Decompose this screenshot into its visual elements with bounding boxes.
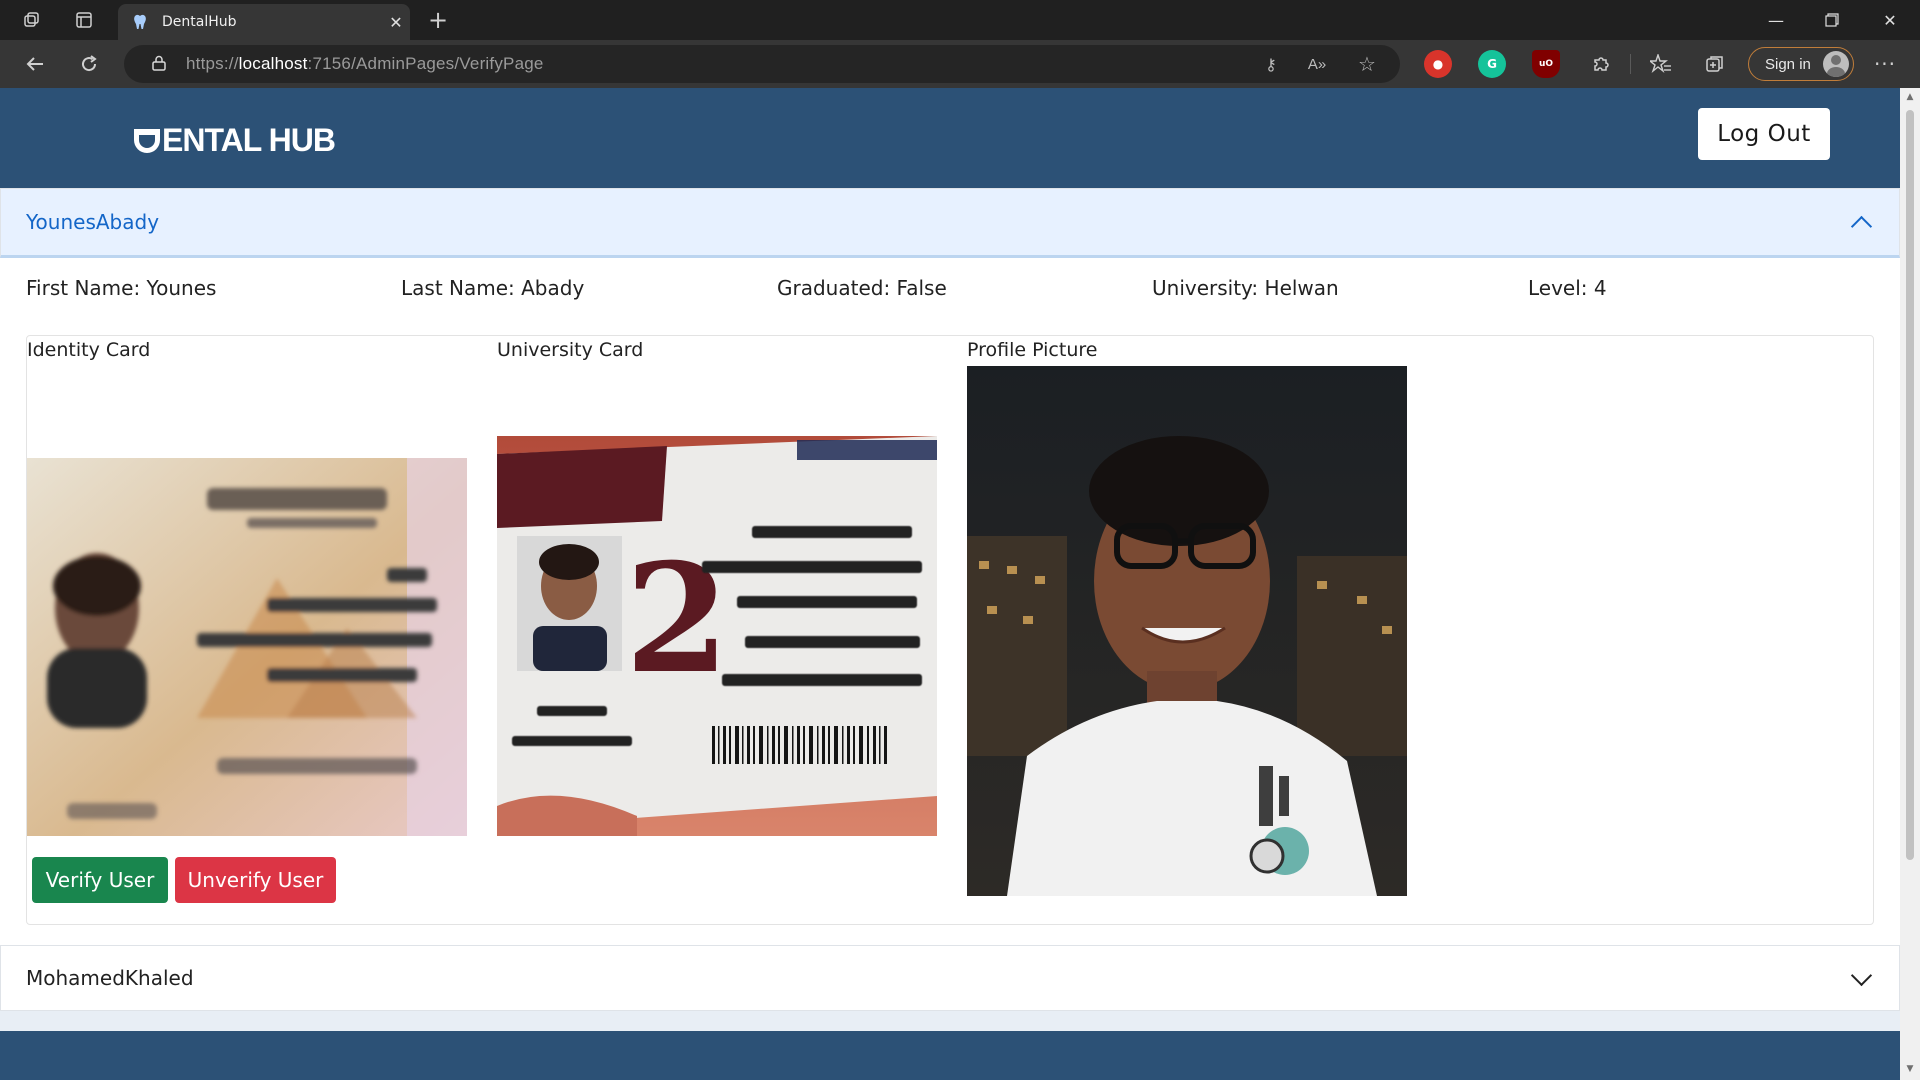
browser-tab-active[interactable]: DentalHub ✕ — [118, 4, 410, 40]
page-scrollbar[interactable]: ▲ ▼ — [1900, 88, 1920, 1080]
workspaces-icon[interactable] — [14, 2, 50, 38]
accordion-title: MohamedKhaled — [26, 966, 194, 990]
tab-actions-icon[interactable] — [66, 2, 102, 38]
back-arrow-icon[interactable] — [20, 49, 50, 79]
profile-avatar-icon — [1823, 51, 1849, 77]
university-card-image[interactable]: 2 — [497, 436, 937, 836]
more-icon[interactable]: ··· — [1870, 49, 1900, 79]
minimize-icon[interactable]: — — [1748, 0, 1804, 40]
chevron-up-icon — [1849, 210, 1873, 234]
restore-icon[interactable] — [1804, 0, 1860, 40]
page-viewport: ENTAL HUB Log Out YounesAbady First Name… — [0, 88, 1900, 1080]
close-tab-icon[interactable]: ✕ — [382, 13, 410, 32]
favorite-star-icon[interactable]: ☆ — [1352, 49, 1382, 79]
browser-tab-strip: DentalHub ✕ + — ✕ — [0, 0, 1920, 40]
grammarly-extension-icon[interactable]: G — [1478, 50, 1506, 78]
accordion-title: YounesAbady — [26, 210, 160, 234]
address-bar[interactable]: https://localhost:7156/AdminPages/Verify… — [124, 45, 1400, 83]
accordion-header-younesabady[interactable]: YounesAbady — [0, 188, 1900, 258]
unverify-user-button[interactable]: Unverify User — [175, 857, 336, 903]
scrollbar-thumb[interactable] — [1906, 110, 1914, 860]
favorites-icon[interactable] — [1646, 49, 1676, 79]
key-icon[interactable]: ⚷ — [1256, 49, 1286, 79]
user-details: First Name: Younes Last Name: Abady Grad… — [0, 276, 1900, 316]
refresh-icon[interactable] — [74, 49, 104, 79]
extension-red-icon[interactable]: ● — [1424, 50, 1452, 78]
first-name-field: First Name: Younes — [26, 276, 217, 300]
new-tab-icon[interactable]: + — [420, 2, 456, 38]
browser-toolbar: https://localhost:7156/AdminPages/Verify… — [0, 40, 1920, 88]
graduated-field: Graduated: False — [777, 276, 947, 300]
accordion-spacer — [0, 1011, 1900, 1031]
tab-title: DentalHub — [162, 14, 237, 30]
logout-button[interactable]: Log Out — [1698, 108, 1830, 160]
read-aloud-icon[interactable]: A» — [1302, 49, 1332, 79]
university-field: University: Helwan — [1152, 276, 1339, 300]
collections-icon[interactable] — [1700, 49, 1730, 79]
identity-card-label: Identity Card — [27, 339, 151, 361]
logo-text: ENTAL HUB — [162, 122, 336, 158]
lock-icon[interactable] — [150, 55, 168, 73]
chevron-down-icon — [1849, 966, 1873, 990]
tooth-logo-icon — [134, 128, 160, 153]
accordion-header-mohamedkhaled[interactable]: MohamedKhaled — [0, 945, 1900, 1011]
verify-user-button[interactable]: Verify User — [32, 857, 168, 903]
site-header: ENTAL HUB Log Out — [0, 88, 1900, 188]
close-window-icon[interactable]: ✕ — [1862, 0, 1918, 40]
level-field: Level: 4 — [1528, 276, 1607, 300]
university-card-label: University Card — [497, 339, 644, 361]
profile-picture-label: Profile Picture — [967, 339, 1098, 361]
extensions-puzzle-icon[interactable] — [1586, 49, 1616, 79]
url-text: https://localhost:7156/AdminPages/Verify… — [186, 54, 544, 73]
dental-hub-logo[interactable]: ENTAL HUB — [134, 122, 336, 159]
identity-card-image[interactable] — [27, 458, 467, 836]
level-digit: 2 — [625, 531, 729, 707]
sign-in-label: Sign in — [1765, 55, 1811, 73]
ublock-extension-icon[interactable]: uO — [1532, 50, 1560, 78]
scroll-down-arrow-icon[interactable]: ▼ — [1904, 1064, 1916, 1076]
sign-in-button[interactable]: Sign in — [1748, 47, 1854, 81]
toolbar-divider — [1630, 54, 1631, 74]
last-name-field: Last Name: Abady — [401, 276, 585, 300]
profile-picture-image[interactable] — [967, 366, 1407, 896]
scroll-up-arrow-icon[interactable]: ▲ — [1904, 92, 1916, 104]
tooth-favicon-icon — [132, 14, 148, 30]
site-footer — [0, 1031, 1900, 1080]
